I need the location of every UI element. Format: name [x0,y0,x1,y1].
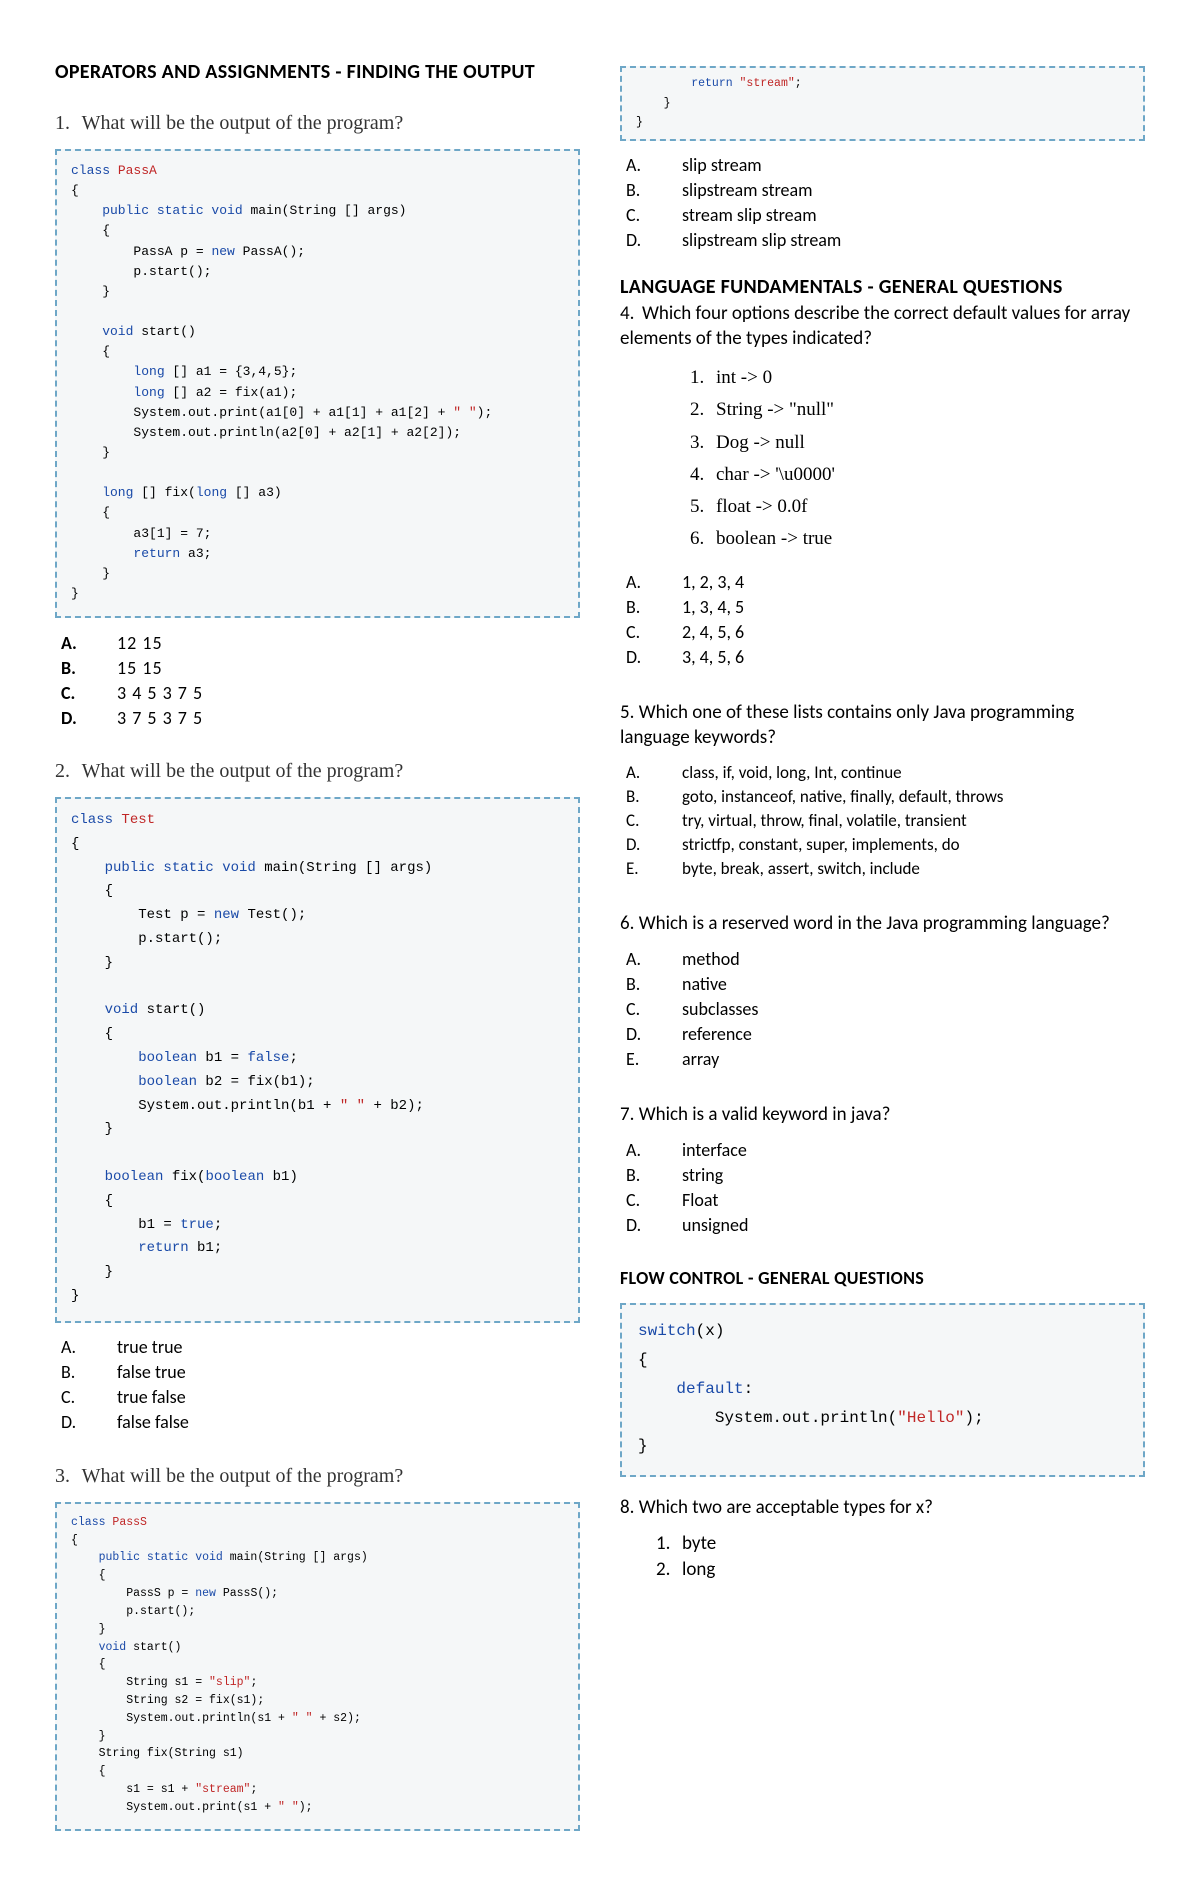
q2-codebox: class Test { public static void main(Str… [55,797,580,1323]
list-item: 3.Dog -> null [690,427,1145,459]
answer-option: D.strictfp, constant, super, implements,… [626,833,1145,857]
answer-option: D.reference [626,1022,1145,1047]
list-item: 2.long [656,1557,1145,1584]
answer-option: D.unsigned [626,1212,1145,1237]
list-item: 5.float -> 0.0f [690,491,1145,523]
flow-codebox: switch(x) { default: System.out.println(… [620,1303,1145,1477]
answer-option: A.1, 2, 3, 4 [626,570,1145,595]
q3-text: 3. What will be the output of the progra… [55,1465,580,1488]
list-item: 1.byte [656,1531,1145,1558]
answer-option: C.Float [626,1187,1145,1212]
answer-option: D.3, 4, 5, 6 [626,645,1145,670]
left-column: OPERATORS AND ASSIGNMENTS - FINDING THE … [55,60,580,1843]
answer-option: B.15 15 [61,655,580,680]
q8-items: 1.byte 2.long [656,1531,1145,1584]
section-title-flow: FLOW CONTROL - GENERAL QUESTIONS [620,1267,1145,1289]
answer-option: B.false true [61,1360,580,1385]
q4-answers: A.1, 2, 3, 4 B.1, 3, 4, 5 C.2, 4, 5, 6 D… [626,570,1145,670]
answer-option: C.stream slip stream [626,203,1145,228]
list-item: 4.char -> '\u0000' [690,459,1145,491]
q5-text: 5. Which one of these lists contains onl… [620,700,1145,751]
q3-answers: A.slip stream B.slipstream stream C.stre… [626,153,1145,253]
answer-option: A.interface [626,1137,1145,1162]
q8-text: 8. Which two are acceptable types for x? [620,1495,1145,1521]
answer-option: D.false false [61,1410,580,1435]
q4-text: 4.Which four options describe the correc… [620,301,1145,352]
answer-option: A.class, if, void, long, Int, continue [626,761,1145,785]
answer-option: E.byte, break, assert, switch, include [626,857,1145,881]
q5-answers: A.class, if, void, long, Int, continue B… [626,761,1145,881]
answer-option: C.try, virtual, throw, final, volatile, … [626,809,1145,833]
q7-answers: A.interface B.string C.Float D.unsigned [626,1137,1145,1237]
answer-option: C.subclasses [626,997,1145,1022]
q3-codebox-cont: return "stream"; } } [620,66,1145,141]
answer-option: D.3 7 5 3 7 5 [61,705,580,730]
q1-text: 1. What will be the output of the progra… [55,112,580,135]
answer-option: B.native [626,972,1145,997]
q1-codebox: class PassA { public static void main(St… [55,149,580,618]
q2-text: 2. What will be the output of the progra… [55,760,580,783]
list-item: 6.boolean -> true [690,523,1145,555]
q1-answers: A.12 15 B.15 15 C.3 4 5 3 7 5 D.3 7 5 3 … [61,630,580,730]
answer-option: B.goto, instanceof, native, finally, def… [626,785,1145,809]
answer-option: B.slipstream stream [626,178,1145,203]
answer-option: D.slipstream slip stream [626,228,1145,253]
q3-codebox: class PassS { public static void main(St… [55,1502,580,1831]
answer-option: B.string [626,1162,1145,1187]
q2-answers: A.true true B.false true C.true false D.… [61,1335,580,1435]
answer-option: C.3 4 5 3 7 5 [61,680,580,705]
answer-option: E.array [626,1047,1145,1072]
answer-option: A.slip stream [626,153,1145,178]
list-item: 2.String -> "null" [690,394,1145,426]
list-item: 1.int -> 0 [690,362,1145,394]
q4-items: 1.int -> 0 2.String -> "null" 3.Dog -> n… [690,362,1145,556]
answer-option: A.true true [61,1335,580,1360]
q6-answers: A.method B.native C.subclasses D.referen… [626,947,1145,1072]
answer-option: C.true false [61,1385,580,1410]
answer-option: A.method [626,947,1145,972]
answer-option: C.2, 4, 5, 6 [626,620,1145,645]
answer-option: B.1, 3, 4, 5 [626,595,1145,620]
section-title-fundamentals: LANGUAGE FUNDAMENTALS - GENERAL QUESTION… [620,275,1145,299]
answer-option: A.12 15 [61,630,580,655]
section-title-operators: OPERATORS AND ASSIGNMENTS - FINDING THE … [55,60,580,84]
q6-text: 6. Which is a reserved word in the Java … [620,911,1145,937]
right-column: return "stream"; } } A.slip stream B.sli… [620,60,1145,1843]
q7-text: 7. Which is a valid keyword in java? [620,1102,1145,1128]
